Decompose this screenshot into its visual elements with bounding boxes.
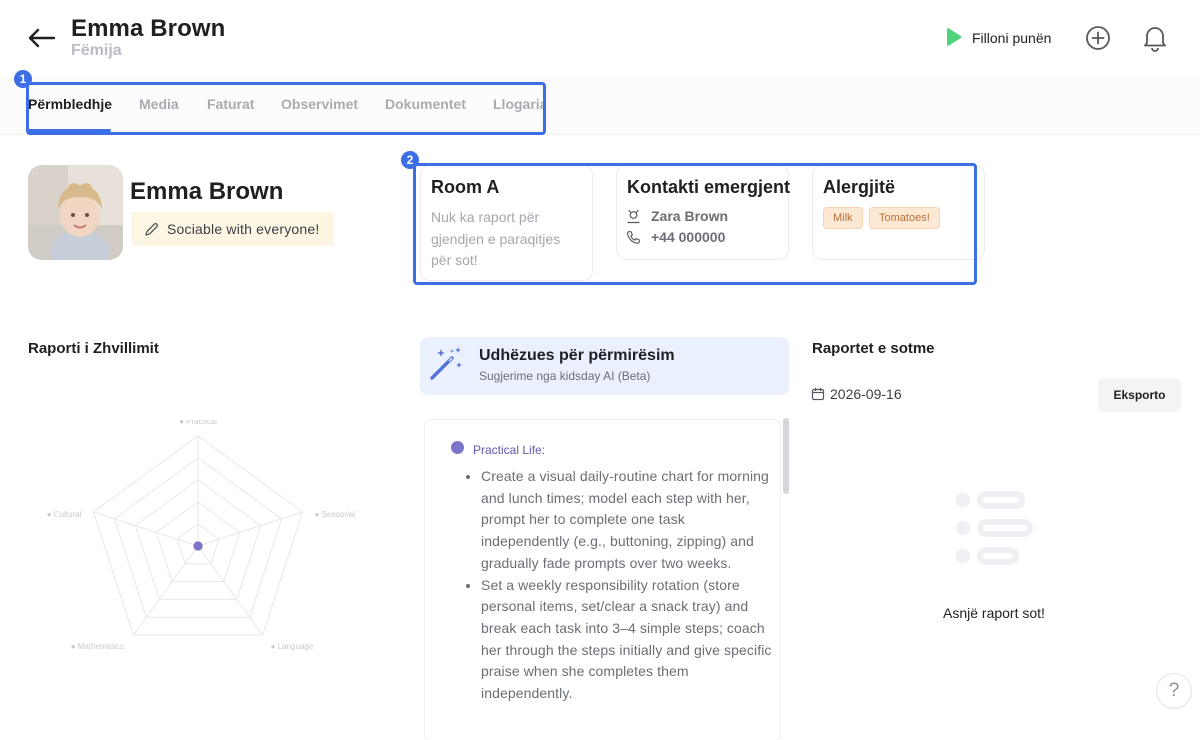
ai-guidance-banner: [420, 337, 789, 395]
allergy-tag: Milk: [823, 207, 863, 229]
guidance-category: Practical Life:: [473, 443, 546, 457]
flag-icon: [947, 28, 962, 46]
empty-list-icon: [953, 488, 1035, 570]
page-subtitle: Fëmija: [71, 42, 122, 59]
tab-invoices[interactable]: Faturat: [207, 96, 254, 112]
bell-icon[interactable]: [1142, 24, 1168, 52]
radar-axis-labels: ● Practical ● Sensorial ● Language ● Mathem…: [47, 420, 355, 651]
report-date[interactable]: 2026-09-16: [811, 386, 902, 402]
export-button[interactable]: Eksporto: [1098, 378, 1181, 412]
annotation-badge-1: 1: [14, 70, 32, 88]
radar-spoke: [93, 511, 199, 547]
tab-account[interactable]: Llogaria: [493, 96, 543, 112]
emergency-contact-phone: +44 000000: [651, 229, 726, 245]
allergies-title: Alergjitë: [823, 177, 896, 197]
category-dot: [451, 441, 464, 454]
emergency-contact-phone-row[interactable]: +44 000000: [626, 229, 725, 245]
page-title: Emma Brown: [71, 15, 226, 42]
radar-data-point: [193, 541, 203, 551]
guidance-item: Set a weekly responsibility rotation (st…: [481, 575, 777, 705]
profile-name: Emma Brown: [130, 178, 284, 205]
room-status-text: Nuk ka raport për gjendjen e paraqitjes …: [431, 209, 561, 268]
radar-axis-label: ● Practical: [179, 420, 217, 426]
avatar[interactable]: [28, 165, 123, 260]
calendar-icon: [811, 388, 825, 401]
guidance-scrollbar[interactable]: [783, 418, 789, 494]
tab-media[interactable]: Media: [139, 96, 179, 112]
add-circle-icon[interactable]: [1085, 25, 1111, 51]
radar-spoke: [197, 545, 264, 636]
guidance-item: Create a visual daily-routine chart for …: [481, 466, 777, 575]
phone-icon: [627, 230, 640, 244]
radar-grid: [92, 435, 304, 636]
radar-spoke: [132, 545, 199, 636]
guidance-list: Create a visual daily-routine chart for …: [463, 466, 777, 705]
mood-text: Sociable with everyone!: [167, 221, 320, 237]
emergency-contact-name: Zara Brown: [651, 208, 729, 224]
report-date-text: 2026-09-16: [830, 386, 902, 402]
empty-reports-text: Asnjë raport sot!: [943, 605, 1045, 621]
active-tab-indicator: [28, 129, 111, 132]
tab-overview[interactable]: Përmbledhje: [28, 96, 112, 112]
help-button[interactable]: ?: [1156, 673, 1192, 709]
radar-spoke: [197, 511, 303, 547]
allergy-tag: Tomatoes!: [869, 207, 940, 229]
development-radar-chart: ● Practical ● Sensorial ● Language ● Mathem…: [47, 420, 355, 651]
today-reports-title: Raportet e sotme: [812, 340, 935, 357]
person-icon: [627, 209, 640, 223]
ai-guidance-subtitle: Sugjerime nga kidsday AI (Beta): [479, 369, 651, 383]
room-title: Room A: [431, 177, 500, 197]
pencil-icon: [145, 222, 159, 236]
tab-documents[interactable]: Dokumentet: [385, 96, 466, 112]
magic-wand-icon: [428, 344, 466, 382]
start-work-label: Filloni punën: [972, 30, 1052, 46]
radar-axis-label: ● Cultural: [47, 510, 82, 519]
radar-axis-label: ● Sensorial: [315, 510, 356, 519]
emergency-contact-title: Kontakti emergjent: [627, 177, 791, 197]
radar-data-points: [193, 541, 203, 551]
annotation-badge-2: 2: [401, 151, 419, 169]
tab-observations[interactable]: Observimet: [281, 96, 358, 112]
radar-axis-label: ● Mathematics:: [71, 642, 126, 651]
mood-chip[interactable]: Sociable with everyone!: [131, 212, 334, 246]
back-arrow-icon[interactable]: [26, 24, 56, 52]
development-report-title: Raporti i Zhvillimit: [28, 340, 159, 357]
tab-bar: [0, 76, 1200, 135]
start-work-button[interactable]: Filloni punën: [944, 26, 1051, 50]
radar-axis-label: ● Language: [271, 642, 314, 651]
emergency-contact-name-row: Zara Brown: [626, 208, 728, 224]
ai-guidance-title: Udhëzues për përmirësim: [479, 347, 675, 364]
